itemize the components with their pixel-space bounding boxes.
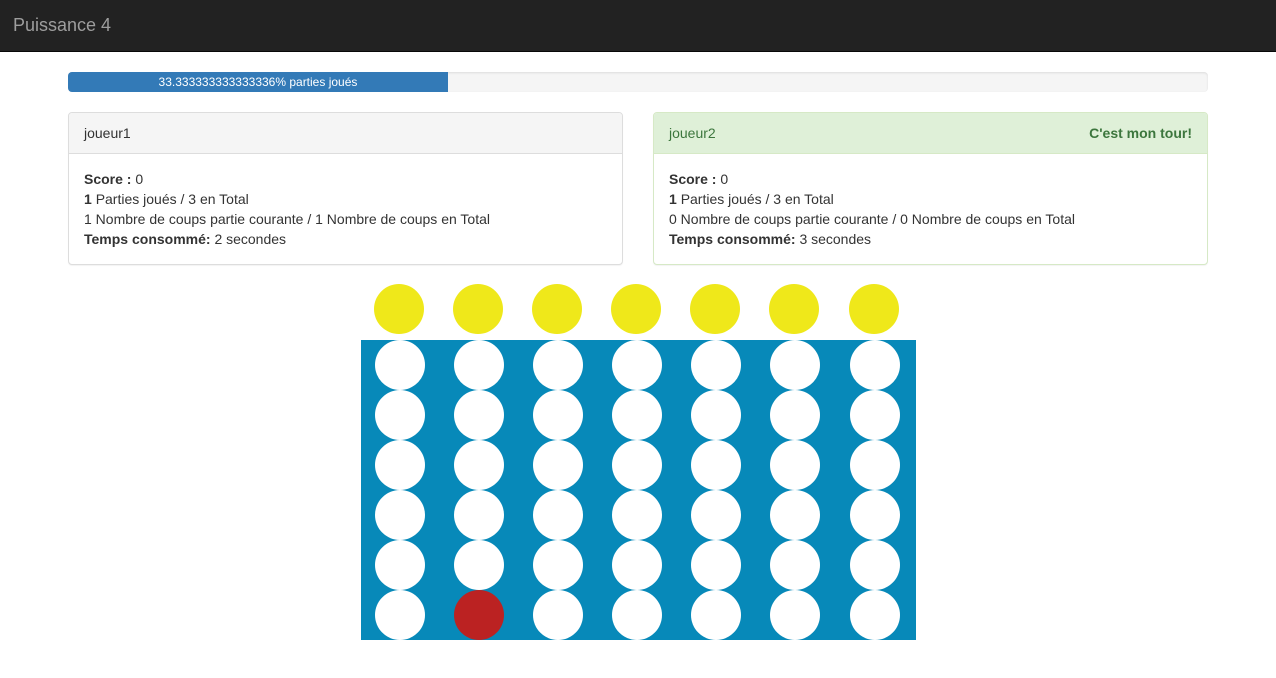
board-cell-empty[interactable]	[375, 490, 425, 540]
board-cell-empty[interactable]	[454, 440, 504, 490]
player2-score-label: Score :	[669, 171, 717, 187]
board-cell-empty[interactable]	[612, 440, 662, 490]
board-cell-empty[interactable]	[691, 440, 741, 490]
board-cell-empty[interactable]	[533, 340, 583, 390]
player1-stats: Score : 0 1 Parties joués / 3 en Total 1…	[69, 154, 622, 264]
player2-score: 0	[720, 171, 729, 187]
player1-score: 0	[135, 171, 144, 187]
board-cell-empty[interactable]	[533, 390, 583, 440]
board-cell-empty[interactable]	[770, 440, 820, 490]
board-cell-empty[interactable]	[691, 490, 741, 540]
player2-name: joueur2	[669, 125, 716, 141]
drop-token-col-2[interactable]	[453, 284, 503, 334]
board-cell-empty[interactable]	[850, 590, 900, 640]
board-cell-empty[interactable]	[770, 540, 820, 590]
game-grid	[361, 340, 916, 640]
board-cell-empty[interactable]	[612, 540, 662, 590]
games-progress: 33.333333333333336% parties joués	[68, 72, 1208, 92]
drop-token-col-7[interactable]	[849, 284, 899, 334]
player1-coups-line: 1 Nombre de coups partie courante / 1 No…	[84, 211, 490, 227]
board-cell-empty[interactable]	[375, 590, 425, 640]
navbar: Puissance 4	[0, 0, 1276, 52]
drop-token-col-1[interactable]	[374, 284, 424, 334]
player2-panel: joueur2 C'est mon tour! Score : 0 1 Part…	[653, 112, 1208, 265]
game-board-area	[361, 284, 916, 640]
player2-time-label: Temps consommé:	[669, 231, 796, 247]
board-cell-empty[interactable]	[375, 390, 425, 440]
board-cell-empty[interactable]	[533, 440, 583, 490]
board-cell-empty[interactable]	[691, 340, 741, 390]
board-cell-empty[interactable]	[454, 540, 504, 590]
board-cell-empty[interactable]	[850, 490, 900, 540]
board-cell-empty[interactable]	[533, 540, 583, 590]
player1-score-line: Score : 0	[84, 169, 607, 189]
player1-score-label: Score :	[84, 171, 132, 187]
board-cell-empty[interactable]	[454, 390, 504, 440]
player1-time-line: Temps consommé: 2 secondes	[84, 229, 607, 249]
board-cell-empty[interactable]	[691, 390, 741, 440]
player2-parties-text: Parties joués / 3 en Total	[680, 191, 834, 207]
player2-parties-line: 1 Parties joués / 3 en Total	[669, 189, 1192, 209]
drop-token-col-4[interactable]	[611, 284, 661, 334]
board-cell-empty[interactable]	[612, 340, 662, 390]
player1-parties-count: 1	[84, 191, 92, 207]
player2-stats: Score : 0 1 Parties joués / 3 en Total 0…	[654, 154, 1207, 264]
games-progress-bar: 33.333333333333336% parties joués	[68, 72, 448, 92]
board-cell-empty[interactable]	[850, 340, 900, 390]
player1-time-label: Temps consommé:	[84, 231, 211, 247]
player1-parties-text: Parties joués / 3 en Total	[95, 191, 249, 207]
player1-name: joueur1	[84, 125, 131, 141]
board-cell-empty[interactable]	[612, 590, 662, 640]
board-cell-empty[interactable]	[454, 490, 504, 540]
player2-turn-indicator: C'est mon tour!	[1089, 125, 1192, 141]
board-cell-empty[interactable]	[533, 590, 583, 640]
board-cell-empty[interactable]	[533, 490, 583, 540]
board-cell-empty[interactable]	[691, 540, 741, 590]
player2-coups-line: 0 Nombre de coups partie courante / 0 No…	[669, 211, 1075, 227]
board-cell-empty[interactable]	[612, 490, 662, 540]
board-cell-empty[interactable]	[375, 540, 425, 590]
board-cell-empty[interactable]	[691, 590, 741, 640]
board-cell-empty[interactable]	[770, 340, 820, 390]
app-title[interactable]: Puissance 4	[13, 15, 111, 36]
drop-token-col-6[interactable]	[769, 284, 819, 334]
player2-score-line: Score : 0	[669, 169, 1192, 189]
board-cell-empty[interactable]	[454, 340, 504, 390]
player2-time-value: 3 secondes	[799, 231, 872, 247]
drop-token-col-3[interactable]	[532, 284, 582, 334]
player2-parties-count: 1	[669, 191, 677, 207]
player1-parties-line: 1 Parties joués / 3 en Total	[84, 189, 607, 209]
board-cell-empty[interactable]	[770, 590, 820, 640]
drop-token-row	[361, 284, 916, 336]
player1-panel: joueur1 Score : 0 1 Parties joués / 3 en…	[68, 112, 623, 265]
board-cell-empty[interactable]	[850, 540, 900, 590]
board-cell-empty[interactable]	[770, 390, 820, 440]
player1-time-value: 2 secondes	[214, 231, 287, 247]
board-cell-empty[interactable]	[850, 440, 900, 490]
drop-token-col-5[interactable]	[690, 284, 740, 334]
player1-heading: joueur1	[69, 113, 622, 154]
board-cell-empty[interactable]	[770, 490, 820, 540]
player2-time-line: Temps consommé: 3 secondes	[669, 229, 1192, 249]
board-cell-empty[interactable]	[850, 390, 900, 440]
board-cell-empty[interactable]	[612, 390, 662, 440]
player2-heading: joueur2 C'est mon tour!	[654, 113, 1207, 154]
board-cell-empty[interactable]	[375, 440, 425, 490]
board-cell-token[interactable]	[454, 590, 504, 640]
board-cell-empty[interactable]	[375, 340, 425, 390]
